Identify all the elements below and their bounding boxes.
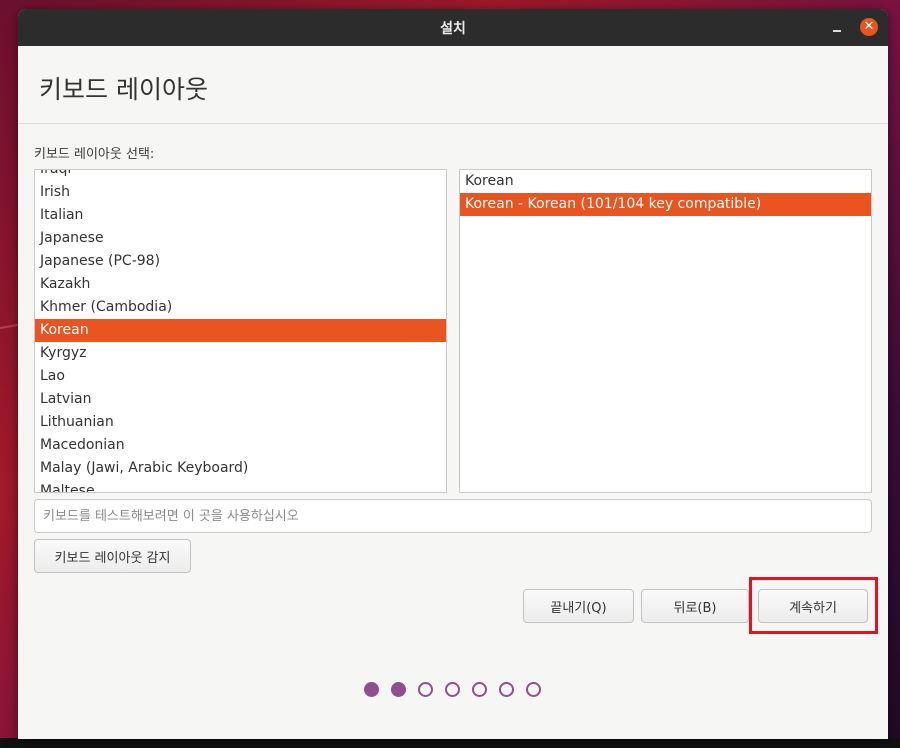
page-title: 키보드 레이아웃: [39, 75, 208, 104]
layout-list-item[interactable]: Khmer (Cambodia): [35, 296, 446, 319]
layout-list-item[interactable]: Lithuanian: [35, 411, 446, 434]
keyboard-test-input[interactable]: [34, 499, 872, 533]
minimize-icon[interactable]: [829, 20, 845, 36]
layout-list[interactable]: Iraqi Irish Italian Japanese Japanese (PC-98…: [34, 169, 447, 493]
layout-list-item[interactable]: Japanese (PC-98): [35, 250, 446, 273]
layout-list-item[interactable]: Iraqi: [35, 170, 446, 181]
page-header: 키보드 레이아웃: [18, 46, 888, 124]
variant-list-items: Korean Korean - Korean (101/104 key compa…: [460, 170, 871, 216]
detect-layout-button[interactable]: 키보드 레이아웃 감지: [34, 539, 191, 573]
layout-list-item[interactable]: Maltese: [35, 480, 446, 492]
variant-list-item[interactable]: Korean: [460, 170, 871, 193]
progress-dot: [391, 682, 406, 697]
progress-dots: [364, 682, 541, 697]
layout-list-item[interactable]: Japanese: [35, 227, 446, 250]
layout-list-item[interactable]: Irish: [35, 181, 446, 204]
variant-list[interactable]: Korean Korean - Korean (101/104 key compa…: [459, 169, 872, 493]
close-icon[interactable]: ✕: [860, 18, 878, 36]
installer-window: 설치 ✕ 키보드 레이아웃 키보드 레이아웃 선택: Iraqi Irish Ita…: [18, 9, 888, 739]
back-button[interactable]: 뒤로(B): [641, 589, 749, 623]
variant-list-item[interactable]: Korean - Korean (101/104 key compatible): [460, 193, 871, 216]
layout-list-item[interactable]: Malay (Jawi, Arabic Keyboard): [35, 457, 446, 480]
layout-list-item[interactable]: Korean: [35, 319, 446, 342]
layout-list-item[interactable]: Kyrgyz: [35, 342, 446, 365]
progress-dot: [499, 682, 514, 697]
layout-list-item[interactable]: Latvian: [35, 388, 446, 411]
window-title: 설치: [440, 20, 466, 37]
layout-list-item[interactable]: Macedonian: [35, 434, 446, 457]
progress-dot: [445, 682, 460, 697]
layout-list-item[interactable]: Kazakh: [35, 273, 446, 296]
progress-dot: [526, 682, 541, 697]
title-bar[interactable]: 설치 ✕: [18, 9, 888, 46]
layout-list-items: Iraqi Irish Italian Japanese Japanese (PC-98…: [35, 170, 446, 492]
desktop-bottom-bar: [0, 738, 900, 748]
quit-button[interactable]: 끝내기(Q): [523, 589, 634, 623]
progress-dot: [364, 682, 379, 697]
continue-button[interactable]: 계속하기: [758, 589, 868, 623]
layout-list-item[interactable]: Italian: [35, 204, 446, 227]
layout-list-item[interactable]: Lao: [35, 365, 446, 388]
layout-select-label: 키보드 레이아웃 선택:: [34, 147, 155, 162]
progress-dot: [418, 682, 433, 697]
progress-dot: [472, 682, 487, 697]
